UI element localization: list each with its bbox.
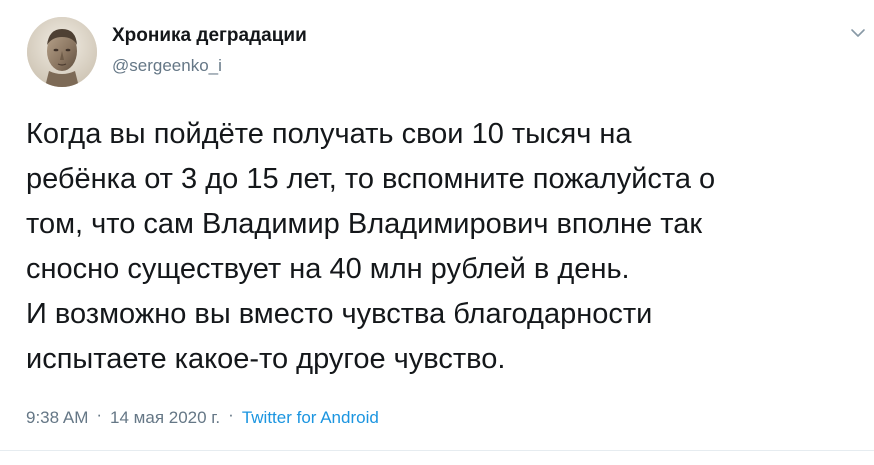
tweet-text: Когда вы пойдёте получать свои 10 тысяч … (26, 112, 856, 382)
author-handle[interactable]: @sergeenko_i (112, 56, 222, 76)
tweet-text-line: сносно существует на 40 млн рублей в ден… (26, 253, 630, 285)
chevron-down-icon[interactable] (849, 26, 867, 40)
tweet-text-line: Когда вы пойдёте получать свои 10 тысяч … (26, 118, 632, 150)
author-name[interactable]: Хроника деградации (112, 25, 307, 47)
tweet-text-line: испытаете какое-то другое чувство. (26, 343, 506, 375)
tweet-date[interactable]: 14 мая 2020 г. (110, 408, 220, 428)
tweet-text-line: ребёнка от 3 до 15 лет, то вспомните пож… (26, 163, 716, 195)
tweet-time[interactable]: 9:38 AM (26, 408, 88, 428)
divider (0, 450, 874, 451)
tweet-text-line: И возможно вы вместо чувства благодарнос… (26, 298, 653, 330)
avatar-bust-icon (27, 17, 97, 87)
meta-separator: · (96, 405, 103, 424)
tweet-source-link[interactable]: Twitter for Android (242, 408, 379, 428)
meta-separator: · (228, 405, 234, 424)
tweet-text-line: том, что сам Владимир Владимирович вполн… (26, 208, 703, 240)
avatar[interactable] (27, 17, 97, 87)
tweet-meta: 9:38 AM · 14 мая 2020 г. · Twitter for A… (26, 405, 379, 428)
tweet-card: Хроника деградации @sergeenko_i Когда вы… (0, 0, 874, 465)
